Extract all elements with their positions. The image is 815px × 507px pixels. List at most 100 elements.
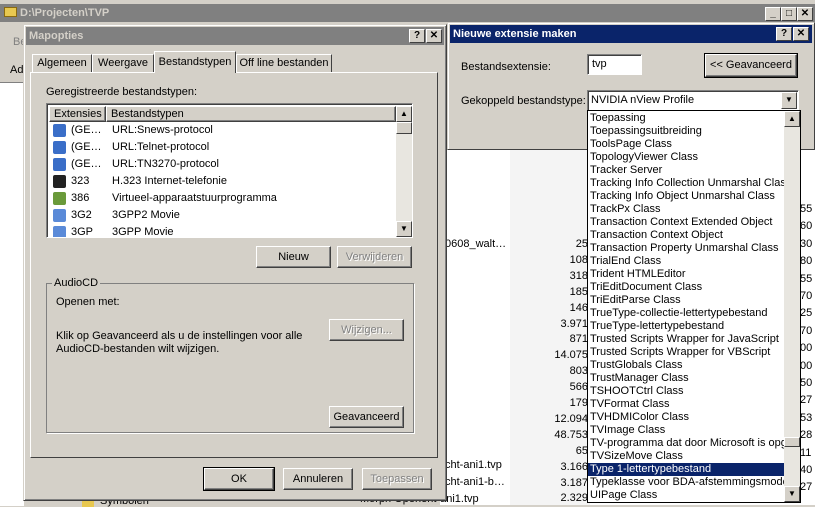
- linked-type-select[interactable]: NVIDIA nView Profile ▼: [587, 90, 799, 111]
- dropdown-scroll-up[interactable]: ▲: [784, 111, 800, 127]
- delete-button[interactable]: Verwijderen: [337, 246, 412, 268]
- ok-button[interactable]: OK: [203, 467, 275, 491]
- linked-type-value: NVIDIA nView Profile: [591, 94, 695, 106]
- dropdown-item[interactable]: TriEditDocument Class: [588, 281, 784, 294]
- registered-label: Geregistreerde bestandstypen:: [46, 86, 198, 98]
- explorer-tree-pane: [0, 82, 24, 506]
- file-name[interactable]: cht-ani1.tvp: [445, 459, 502, 471]
- dropdown-scrollbar[interactable]: ▲ ▼: [784, 111, 800, 502]
- dropdown-item[interactable]: TrialEnd Class: [588, 255, 784, 268]
- table-row[interactable]: (GE… URL:TN3270-protocol: [49, 156, 396, 173]
- dropdown-item[interactable]: TopologyViewer Class: [588, 151, 784, 164]
- tab-offline-bestanden[interactable]: Off line bestanden: [236, 54, 332, 72]
- tab-weergave[interactable]: Weergave: [92, 54, 154, 72]
- table-row[interactable]: 3GP 3GPP Movie: [49, 224, 396, 237]
- dropdown-item[interactable]: Tracker Server: [588, 164, 784, 177]
- dropdown-item[interactable]: ToolsPage Class: [588, 138, 784, 151]
- dropdown-item[interactable]: Typeklasse voor BDA-afstemmingsmodel: [588, 476, 784, 489]
- file-size: 179: [569, 397, 588, 409]
- dropdown-item[interactable]: TVImage Class: [588, 424, 784, 437]
- dropdown-item[interactable]: Toepassingsuitbreiding: [588, 125, 784, 138]
- table-row[interactable]: 386 Virtueel-apparaatstuurprogramma: [49, 190, 396, 207]
- file-date-fragment: 55: [800, 203, 813, 215]
- row-type: URL:Snews-protocol: [112, 124, 213, 136]
- tab-algemeen[interactable]: Algemeen: [32, 54, 92, 72]
- dropdown-item[interactable]: TrueType-collectie-lettertypebestand: [588, 307, 784, 320]
- explorer-minimize-button[interactable]: _: [765, 7, 781, 21]
- dropdown-item[interactable]: Type 1-lettertypebestand: [588, 463, 784, 476]
- nieuwe-titlebar[interactable]: Nieuwe extensie maken: [450, 25, 812, 43]
- column-header-bestandstypen[interactable]: Bestandstypen: [106, 106, 396, 122]
- file-size: 3.187: [560, 476, 588, 489]
- dropdown-item[interactable]: TrustManager Class: [588, 372, 784, 385]
- explorer-titlebar[interactable]: D:\Projecten\TVP: [0, 4, 815, 22]
- dropdown-scroll-thumb[interactable]: [784, 437, 800, 447]
- mapopties-help-button[interactable]: ?: [409, 29, 425, 43]
- scroll-up-button[interactable]: ▲: [396, 106, 412, 122]
- advanced-button[interactable]: Geavanceerd: [329, 406, 404, 428]
- file-type-icon: [53, 226, 66, 237]
- geavanceerd-collapse-button[interactable]: << Geavanceerd: [704, 53, 798, 78]
- info-text: Klik op Geavanceerd als u de instellinge…: [56, 330, 303, 355]
- dropdown-item[interactable]: Trident HTMLEditor: [588, 268, 784, 281]
- file-name[interactable]: cht-ani1-b…: [445, 476, 505, 488]
- dropdown-list[interactable]: Toepassing Toepassingsuitbreiding ToolsPag…: [587, 110, 801, 503]
- dropdown-item[interactable]: TV-programma dat door Microsoft is opge…: [588, 437, 784, 450]
- dropdown-item[interactable]: TSHOOTCtrl Class: [588, 385, 784, 398]
- dropdown-item[interactable]: Trusted Scripts Wrapper for VBScript: [588, 346, 784, 359]
- file-date-fragment: 55: [800, 272, 813, 285]
- table-row[interactable]: (GE… URL:Snews-protocol: [49, 122, 396, 139]
- dropdown-item[interactable]: Transaction Context Object: [588, 229, 784, 242]
- file-size: 14.075: [554, 349, 588, 362]
- scroll-down-button[interactable]: ▼: [396, 221, 412, 237]
- dropdown-item[interactable]: TrueType-lettertypebestand: [588, 320, 784, 333]
- apply-button[interactable]: Toepassen: [362, 468, 432, 490]
- tab-bestandstypen[interactable]: Bestandstypen: [154, 51, 236, 73]
- dropdown-item[interactable]: Trusted Scripts Wrapper for JavaScript: [588, 333, 784, 346]
- extension-input[interactable]: tvp: [587, 54, 642, 75]
- file-date-fragment: 25: [800, 307, 813, 320]
- file-date-fragment: 60: [800, 220, 813, 233]
- dropdown-item[interactable]: TrackPx Class: [588, 203, 784, 216]
- dropdown-item[interactable]: Tracking Info Collection Unmarshal Class: [588, 177, 784, 190]
- mapopties-titlebar[interactable]: Mapopties: [26, 27, 444, 45]
- file-size: 185: [569, 285, 588, 298]
- dropdown-item[interactable]: Toepassing: [588, 112, 784, 125]
- dropdown-item[interactable]: Transaction Property Unmarshal Class: [588, 242, 784, 255]
- scroll-thumb[interactable]: [396, 122, 412, 134]
- dropdown-item[interactable]: TVFormat Class: [588, 398, 784, 411]
- nieuwe-help-button[interactable]: ?: [776, 27, 792, 41]
- filetype-list[interactable]: Extensies Bestandstypen (GE… URL:Snews-pr…: [46, 103, 413, 238]
- dropdown-item[interactable]: TVSizeMove Class: [588, 450, 784, 463]
- dropdown-item[interactable]: TriEditParse Class: [588, 294, 784, 307]
- dropdown-item[interactable]: TrustGlobals Class: [588, 359, 784, 372]
- extension-label: Bestandsextensie:: [461, 61, 551, 73]
- dropdown-item[interactable]: Transaction Context Extended Object: [588, 216, 784, 229]
- dropdown-arrow-button[interactable]: ▼: [781, 92, 797, 109]
- row-type: Virtueel-apparaatstuurprogramma: [112, 192, 277, 204]
- file-type-icon: [53, 175, 66, 188]
- dropdown-item[interactable]: TVHDMIColor Class: [588, 411, 784, 424]
- row-type: URL:Telnet-protocol: [112, 141, 210, 153]
- explorer-maximize-button[interactable]: □: [781, 7, 797, 21]
- explorer-close-button[interactable]: ✕: [797, 7, 813, 21]
- table-row[interactable]: (GE… URL:Telnet-protocol: [49, 139, 396, 156]
- new-button[interactable]: Nieuw: [256, 246, 331, 268]
- column-header-extensies[interactable]: Extensies: [49, 106, 106, 122]
- dropdown-scroll-down[interactable]: ▼: [784, 486, 800, 502]
- mapopties-close-button[interactable]: ✕: [426, 29, 442, 43]
- file-size: 25: [575, 238, 588, 250]
- cancel-button[interactable]: Annuleren: [283, 468, 353, 490]
- file-date-fragment: 80: [800, 255, 813, 268]
- file-date-fragment: 53: [800, 411, 813, 424]
- table-row[interactable]: 323 H.323 Internet-telefonie: [49, 173, 396, 190]
- file-name[interactable]: 0608_walt…: [445, 238, 506, 250]
- file-size: 12.094: [554, 412, 588, 425]
- change-button[interactable]: Wijzigen...: [329, 319, 404, 341]
- file-size: 48.753: [554, 428, 588, 441]
- dropdown-item[interactable]: UIPage Class: [588, 489, 784, 502]
- dropdown-item[interactable]: Tracking Info Object Unmarshal Class: [588, 190, 784, 203]
- nieuwe-close-button[interactable]: ✕: [793, 27, 809, 41]
- table-row[interactable]: 3G2 3GPP2 Movie: [49, 207, 396, 224]
- list-scrollbar[interactable]: ▲ ▼: [396, 106, 412, 237]
